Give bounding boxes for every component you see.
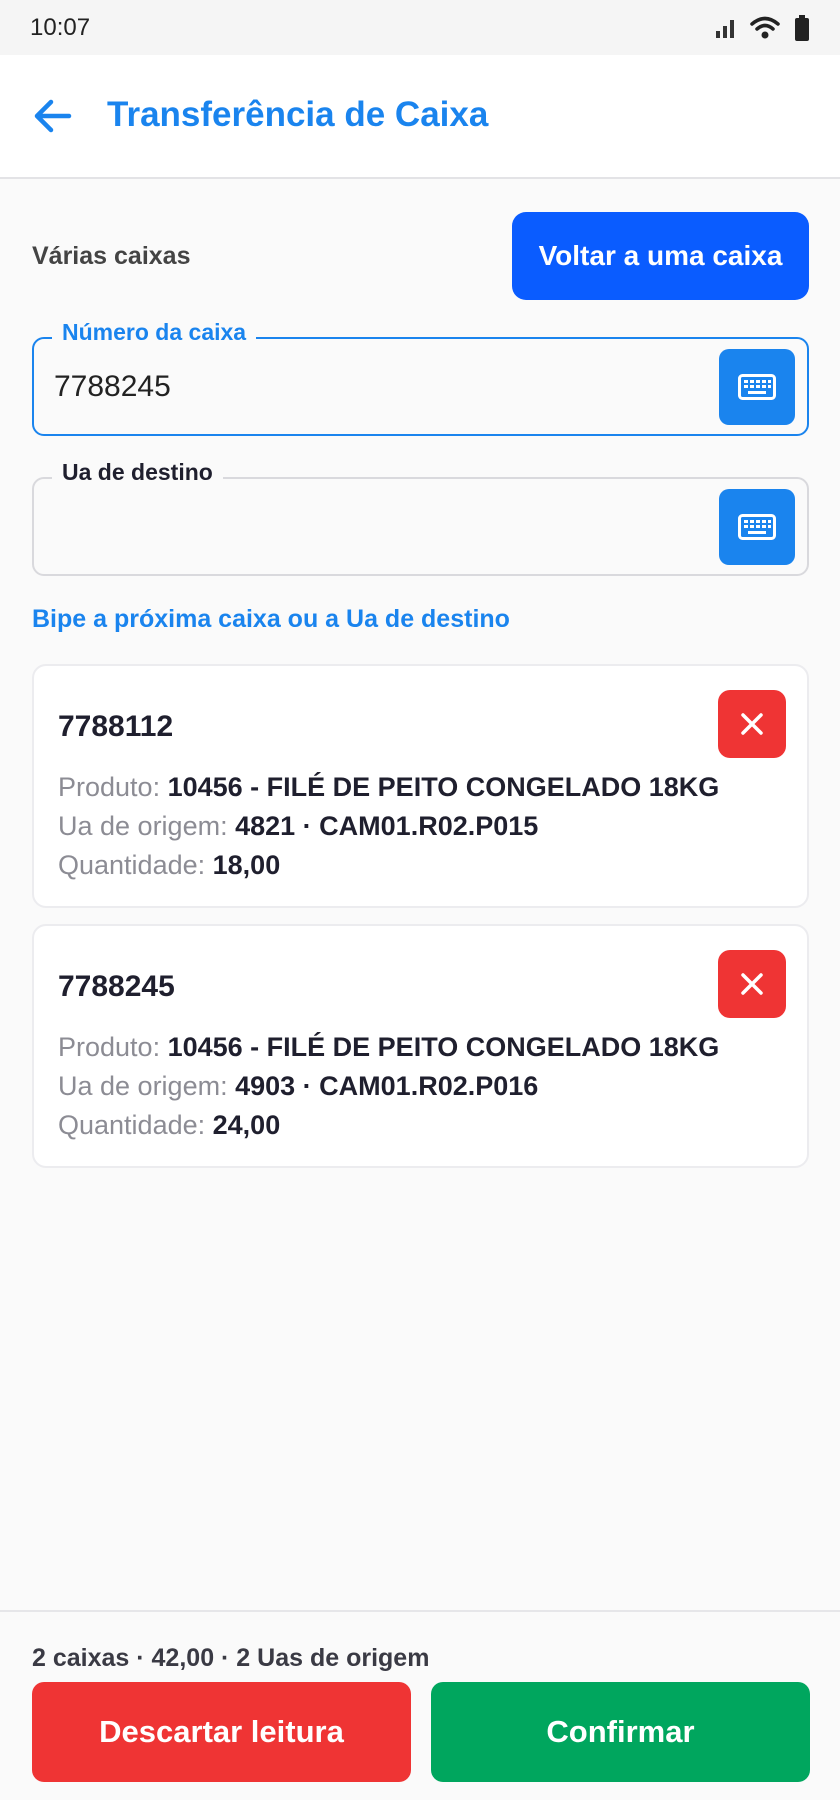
- destination-input[interactable]: [54, 497, 674, 557]
- status-bar: 10:07: [0, 0, 840, 55]
- battery-icon: [795, 14, 809, 41]
- origin-value: 4903 · CAM01.R02.P016: [235, 1071, 539, 1101]
- destination-field[interactable]: Ua de destino: [32, 459, 809, 576]
- app-bar: Transferência de Caixa: [0, 55, 840, 179]
- close-icon: [741, 713, 763, 735]
- origin-value: 4821 · CAM01.R02.P015: [235, 811, 539, 841]
- signal-icon: [716, 19, 734, 38]
- box-number-label: Número da caixa: [52, 319, 257, 346]
- status-time: 10:07: [30, 13, 91, 41]
- single-box-mode-button[interactable]: Voltar a uma caixa: [512, 212, 809, 300]
- product-key: Produto:: [58, 772, 161, 802]
- mode-label: Várias caixas: [32, 242, 191, 270]
- product-line: Produto: 10456 - FILÉ DE PEITO CONGELADO…: [58, 772, 719, 803]
- keyboard-icon: [738, 514, 776, 540]
- product-value: 10456 - FILÉ DE PEITO CONGELADO 18KG: [167, 772, 720, 802]
- product-key: Produto:: [58, 1032, 161, 1062]
- box-id: 7788112: [58, 710, 174, 743]
- wifi-icon: [750, 16, 780, 38]
- origin-line: Ua de origem: 4903 · CAM01.R02.P016: [58, 1071, 538, 1102]
- keyboard-icon: [738, 374, 776, 400]
- confirm-button[interactable]: Confirmar: [431, 1682, 810, 1782]
- box-card: 7788245 Produto: 10456 - FILÉ DE PEITO C…: [32, 924, 809, 1168]
- quantity-value: 18,00: [212, 850, 281, 880]
- page-title: Transferência de Caixa: [107, 95, 489, 134]
- quantity-key: Quantidade:: [58, 850, 206, 880]
- footer: 2 caixas · 42,00 · 2 Uas de origem Desca…: [0, 1610, 840, 1800]
- quantity-value: 24,00: [212, 1110, 281, 1140]
- arrow-left-icon: [34, 99, 72, 133]
- box-number-input[interactable]: [54, 357, 674, 417]
- box-card: 7788112 Produto: 10456 - FILÉ DE PEITO C…: [32, 664, 809, 908]
- box-number-keyboard-button[interactable]: [719, 349, 795, 425]
- remove-box-button[interactable]: [718, 950, 786, 1018]
- box-id: 7788245: [58, 970, 175, 1003]
- destination-label: Ua de destino: [52, 459, 223, 486]
- quantity-line: Quantidade: 18,00: [58, 850, 280, 881]
- remove-box-button[interactable]: [718, 690, 786, 758]
- box-number-field[interactable]: Número da caixa: [32, 319, 809, 436]
- summary-text: 2 caixas · 42,00 · 2 Uas de origem: [32, 1644, 430, 1672]
- destination-keyboard-button[interactable]: [719, 489, 795, 565]
- quantity-line: Quantidade: 24,00: [58, 1110, 280, 1141]
- origin-key: Ua de origem:: [58, 1071, 228, 1101]
- product-line: Produto: 10456 - FILÉ DE PEITO CONGELADO…: [58, 1032, 719, 1063]
- back-button[interactable]: [30, 93, 76, 139]
- status-icons: [714, 14, 810, 41]
- origin-line: Ua de origem: 4821 · CAM01.R02.P015: [58, 811, 538, 842]
- close-icon: [741, 973, 763, 995]
- quantity-key: Quantidade:: [58, 1110, 206, 1140]
- scan-hint: Bipe a próxima caixa ou a Ua de destino: [32, 605, 510, 633]
- product-value: 10456 - FILÉ DE PEITO CONGELADO 18KG: [167, 1032, 720, 1062]
- origin-key: Ua de origem:: [58, 811, 228, 841]
- discard-button[interactable]: Descartar leitura: [32, 1682, 411, 1782]
